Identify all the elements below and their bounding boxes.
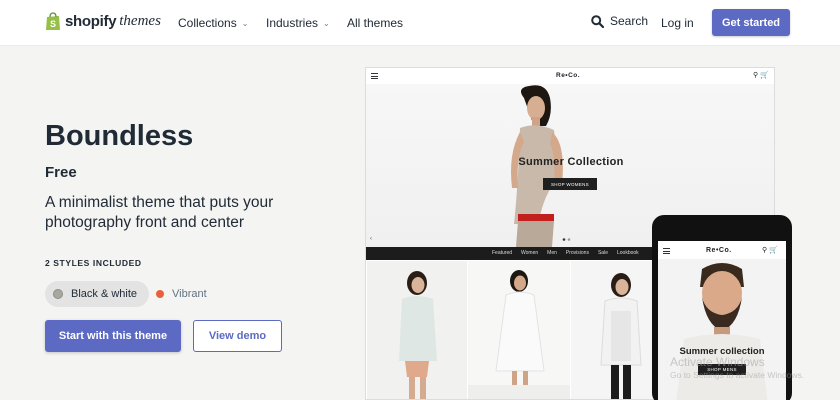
shopify-bag-icon: S <box>45 12 61 31</box>
swatch-dot-icon <box>156 290 164 298</box>
theme-tagline: A minimalist theme that puts your photog… <box>45 194 274 231</box>
search-icon <box>591 14 604 28</box>
menu-icon <box>371 73 378 79</box>
start-with-theme-button[interactable]: Start with this theme <box>45 320 181 352</box>
login-link[interactable]: Log in <box>661 16 694 30</box>
logo-brand-text: shopify <box>65 13 117 30</box>
shopify-themes-logo[interactable]: S shopify themes <box>45 12 161 31</box>
nav-collections[interactable]: Collections ⌄ <box>178 16 248 30</box>
style-option-label: Vibrant <box>172 288 207 300</box>
mobile-preview-brand: Re•Co. <box>706 247 732 254</box>
menu-icon <box>663 248 670 254</box>
theme-price: Free <box>45 164 77 181</box>
nav-all-themes-label: All themes <box>347 16 404 30</box>
preview-nav-item: Sale <box>597 250 608 256</box>
nav-industries-label: Industries <box>266 16 319 30</box>
search-cart-icon: ⚲ 🛒 <box>762 247 778 254</box>
carousel-dots-icon <box>562 238 571 241</box>
nav-all-themes[interactable]: All themes <box>347 16 403 30</box>
preview-nav-item: Men <box>547 250 557 256</box>
logo-suffix-text: themes <box>119 13 161 29</box>
preview-brand: Re•Co. <box>556 72 581 79</box>
preview-nav-item: Lookbook <box>616 250 639 256</box>
nav-industries[interactable]: Industries ⌄ <box>266 16 330 30</box>
svg-text:S: S <box>50 19 56 29</box>
preview-nav-item: Featured <box>492 250 513 256</box>
site-header: S shopify themes Collections ⌄ Industrie… <box>0 0 840 46</box>
chevron-down-icon: ⌄ <box>241 18 249 28</box>
search-label: Search <box>610 14 649 28</box>
style-option-vibrant[interactable]: Vibrant <box>148 281 219 307</box>
chevron-down-icon: ⌄ <box>323 18 330 28</box>
get-started-button[interactable]: Get started <box>712 9 790 36</box>
activate-windows-hint: Go to Settings to activate Windows. <box>670 370 805 380</box>
swatch-dot-icon <box>53 289 63 299</box>
carousel-prev-icon: ‹ <box>370 236 372 242</box>
product-photo-image <box>468 261 570 399</box>
styles-heading: 2 STYLES INCLUDED <box>45 258 142 268</box>
preview-nav-item: Women <box>521 250 539 256</box>
theme-title: Boundless <box>45 120 194 152</box>
activate-windows-watermark: Activate Windows <box>670 355 765 369</box>
preview-hero-title: Summer Collection <box>518 156 624 168</box>
search-button[interactable]: Search <box>591 14 648 28</box>
product-photo-image <box>367 261 467 399</box>
style-option-black-white[interactable]: Black & white <box>45 281 150 307</box>
search-cart-icon: ⚲ 🛒 <box>753 72 769 79</box>
preview-shop-womens-button: SHOP WOMENS <box>543 178 597 190</box>
style-option-label: Black & white <box>71 288 138 300</box>
nav-collections-label: Collections <box>178 16 237 30</box>
preview-nav-item: Provisions <box>565 250 589 256</box>
preview-store-header: Re•Co. ⚲ 🛒 <box>366 68 774 84</box>
view-demo-button[interactable]: View demo <box>193 320 282 352</box>
